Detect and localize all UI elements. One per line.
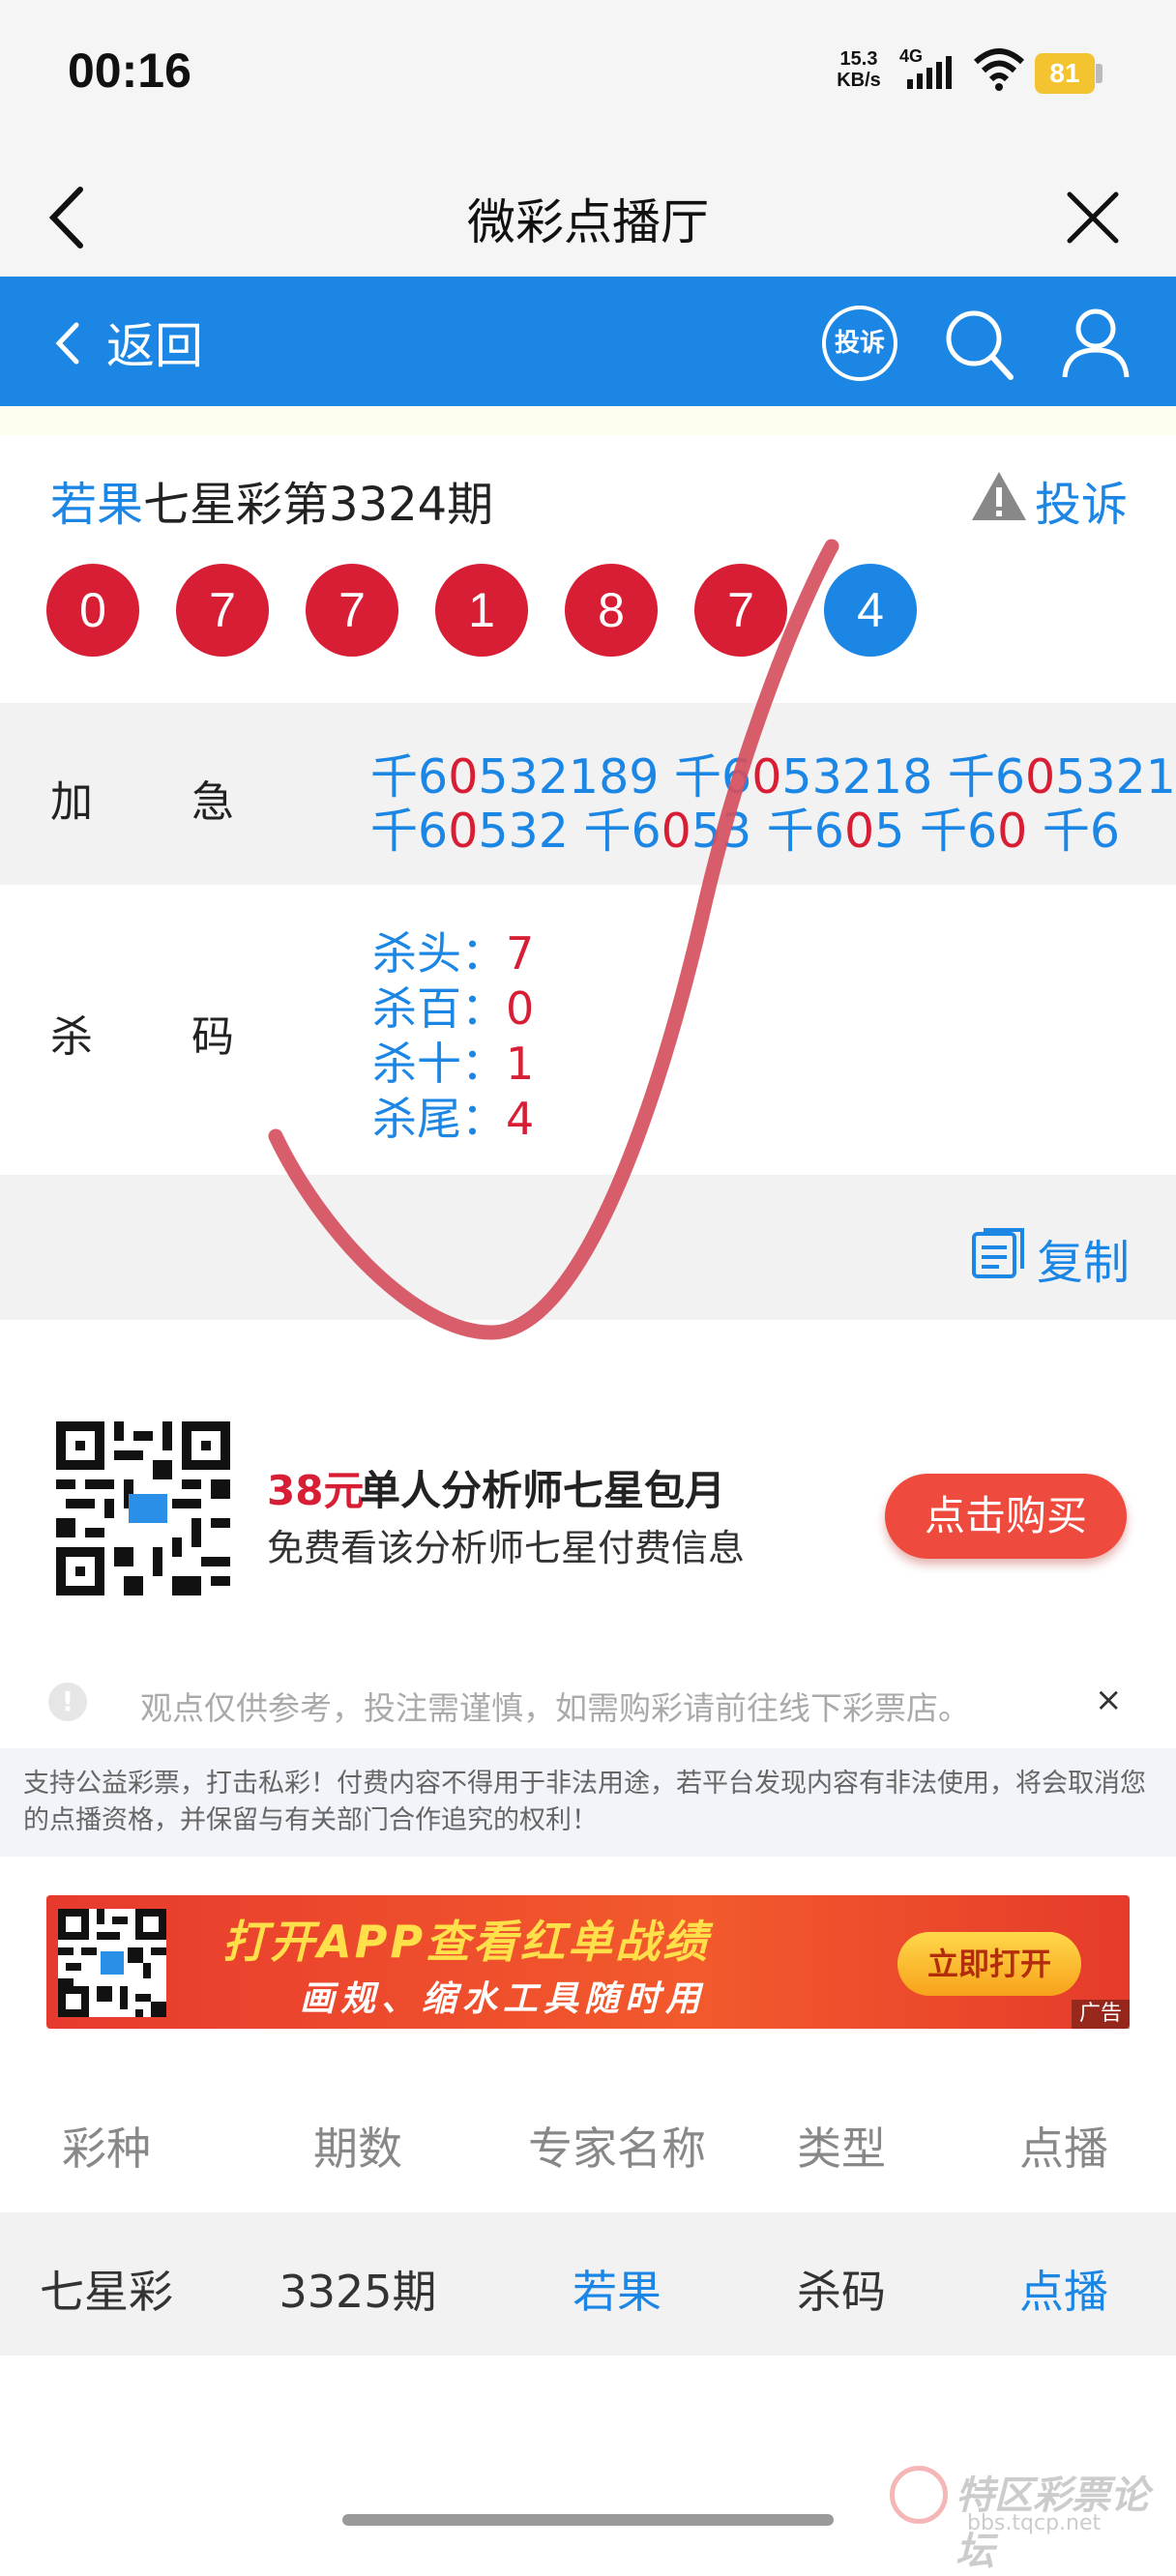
info-icon: ! <box>48 1683 87 1721</box>
number-ball: 0 <box>46 564 139 657</box>
cellular-signal-icon: 4G <box>899 46 965 97</box>
banner-title: 打开APP查看红单战绩 <box>222 1916 711 1968</box>
nav-back-button[interactable]: 返回 <box>106 307 203 377</box>
promo-price: 38元 <box>267 1467 365 1514</box>
table-cell: 杀码 <box>797 2266 886 2318</box>
kill-item: 杀尾：4 <box>372 1093 535 1145</box>
number-ball: 1 <box>435 564 528 657</box>
disclaimer-text: 观点仅供参考，投注需谨慎，如需购彩请前往线下彩票店。 <box>140 1689 970 1727</box>
jiaji-line-2: 千60532 千6053 千605 千60 千6 <box>370 793 1120 862</box>
shama-label-1: 杀 <box>50 1012 93 1062</box>
table-header-cell: 类型 <box>797 2122 886 2175</box>
number-ball: 7 <box>176 564 269 657</box>
search-icon[interactable] <box>943 306 1016 387</box>
complaint-icon[interactable]: 投诉 <box>822 306 897 381</box>
ad-badge: 广告 <box>1072 2000 1130 2029</box>
jiaji-code: 千6053 <box>583 804 752 859</box>
banner-qr-code <box>58 1909 166 2017</box>
home-indicator[interactable] <box>342 2514 834 2526</box>
back-arrow-icon[interactable] <box>44 184 92 255</box>
shama-label-2: 码 <box>191 1012 234 1062</box>
promo-title: 单人分析师七星包月 <box>360 1467 726 1514</box>
user-icon[interactable] <box>1059 304 1132 385</box>
page-title: 微彩点播厅 <box>467 194 709 250</box>
battery-icon: 81 <box>1035 53 1095 94</box>
jiaji-code: 千60 <box>919 804 1028 859</box>
shama-row <box>0 885 1176 1175</box>
legal-notice: 支持公益彩票，打击私彩！付费内容不得用于非法用途，若平台发现内容有非法使用，将会… <box>23 1769 1146 1835</box>
forum-logo-icon <box>890 2466 948 2524</box>
number-ball: 8 <box>565 564 658 657</box>
network-speed-unit: KB/s <box>837 70 881 91</box>
forum-watermark-url: bbs.tqcp.net <box>967 2511 1102 2535</box>
network-type-label: 4G <box>899 46 923 66</box>
promo-subtitle: 免费看该分析师七星付费信息 <box>267 1527 746 1569</box>
issue-heading: 若果七星彩第3324期 <box>50 466 493 534</box>
table-cell: 3325期 <box>279 2266 437 2318</box>
table-cell: 七星彩 <box>40 2266 173 2318</box>
play-link[interactable]: 点播 <box>948 2257 1176 2321</box>
network-speed: 15.3 KB/s <box>830 48 888 91</box>
table-header-cell: 彩种 <box>62 2122 151 2175</box>
jiaji-code: 千605 <box>766 804 905 859</box>
copy-icon[interactable] <box>970 1226 1028 1284</box>
expert-link[interactable]: 若果 <box>501 2257 733 2321</box>
complain-button[interactable]: 投诉 <box>1035 466 1128 534</box>
battery-tip <box>1096 64 1102 83</box>
open-app-button[interactable]: 立即打开 <box>897 1932 1081 1996</box>
number-ball: 7 <box>694 564 787 657</box>
buy-button[interactable]: 点击购买 <box>885 1474 1127 1559</box>
close-icon[interactable] <box>1064 189 1122 250</box>
jiaji-label-2: 急 <box>191 777 234 827</box>
jiaji-label-1: 加 <box>50 777 93 827</box>
jiaji-code: 千60532 <box>370 804 569 859</box>
disclaimer-close-button[interactable]: × <box>1095 1681 1123 1719</box>
banner-subtitle: 画规、缩水工具随时用 <box>300 1979 707 2019</box>
expert-name-link[interactable]: 若果 <box>50 478 143 532</box>
table-header-cell: 专家名称 <box>528 2122 706 2175</box>
chevron-left-icon[interactable] <box>53 319 82 371</box>
status-time: 00:16 <box>68 44 191 98</box>
table-header-cell: 点播 <box>1019 2122 1108 2175</box>
warning-icon[interactable] <box>970 470 1028 526</box>
jiaji-code: 千6 <box>1042 804 1121 859</box>
number-ball: 7 <box>306 564 398 657</box>
table-header-cell: 期数 <box>313 2122 402 2175</box>
lottery-issue-label: 七星彩第3324期 <box>143 478 494 532</box>
network-speed-value: 15.3 <box>839 48 878 70</box>
copy-button[interactable]: 复制 <box>1037 1224 1130 1292</box>
number-ball: 4 <box>824 564 917 657</box>
wifi-icon <box>972 46 1026 97</box>
divider-strip <box>0 406 1176 435</box>
qr-code-image <box>56 1421 230 1595</box>
